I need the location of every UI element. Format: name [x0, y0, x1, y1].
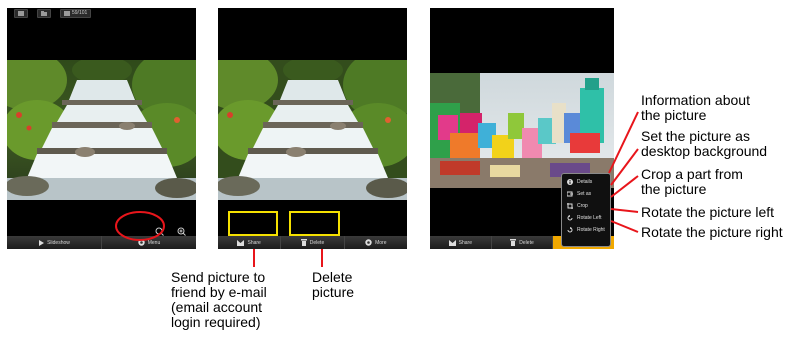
crop-annotation: Crop a part from the picture [641, 167, 743, 197]
rotate-right-annotation: Rotate the picture right [641, 224, 783, 240]
annotation-line: (email account [171, 299, 263, 315]
annotation-line: friend by e-mail [171, 284, 267, 300]
annotation-line: desktop background [641, 143, 768, 159]
set-as-annotation: Set the picture as desktop background [641, 129, 767, 159]
annotation-line: login required) [171, 314, 261, 330]
delete-annotation: Delete picture [312, 270, 354, 300]
annotation-line: Send picture to [171, 269, 266, 285]
annotation-line: Delete [312, 269, 353, 285]
details-annotation: Information about the picture [641, 93, 750, 123]
annotation-line: the picture [641, 107, 707, 123]
annotation-line: Information about [641, 92, 750, 108]
rotate-left-annotation: Rotate the picture left [641, 204, 775, 220]
annotation-line: Crop a part from [641, 166, 743, 182]
annotation-line: the picture [641, 181, 707, 197]
annotation-line: picture [312, 284, 355, 300]
annotation-line: Set the picture as [641, 128, 750, 144]
share-annotation: Send picture to friend by e-mail (email … [171, 270, 293, 330]
